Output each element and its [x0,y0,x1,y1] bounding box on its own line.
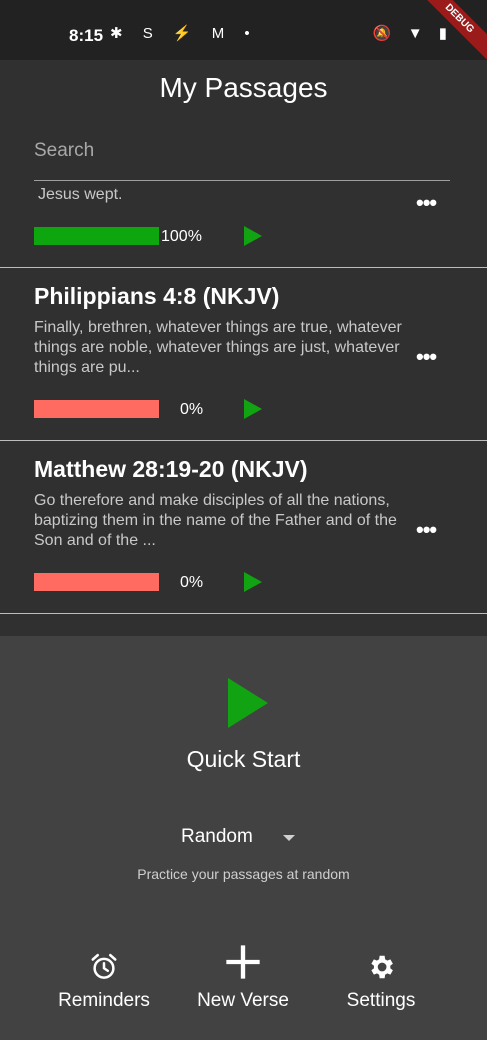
passage-list[interactable]: Jesus wept. ••• 100% Philippians 4:8 (NK… [0,182,487,636]
settings-label: Settings [346,990,416,1011]
progress-bar [34,573,159,591]
mode-dropdown[interactable]: Random [181,826,301,852]
progress-percent: 0% [180,574,204,591]
new-verse-label: New Verse [197,990,289,1011]
quick-start-label[interactable]: Quick Start [0,746,487,773]
more-options-icon[interactable]: ••• [416,190,437,216]
more-options-icon[interactable]: ••• [416,517,437,543]
passage-card[interactable]: Matthew 28:19-20 (NKJV) Go therefore and… [0,441,487,614]
search-input[interactable]: Search [34,138,450,181]
reminders-button[interactable]: Reminders [56,952,152,1012]
mode-hint: Practice your passages at random [137,866,350,882]
play-icon[interactable] [244,572,262,592]
play-icon[interactable] [244,226,262,246]
plus-icon [226,945,260,979]
alarm-clock-icon [91,953,117,979]
progress-bar [34,400,159,418]
progress-percent: 0% [180,401,204,418]
mode-value: Random [181,826,253,847]
dropdown-arrow-icon [283,835,295,841]
passage-text: Finally, brethren, whatever things are t… [34,319,402,376]
system-icons: 🔕 ▼ ▮ [372,25,453,42]
reminders-label: Reminders [58,990,150,1011]
passage-card[interactable]: Philippians 4:8 (NKJV) Finally, brethren… [0,268,487,441]
passage-title: Philippians 4:8 (NKJV) [34,283,280,309]
new-verse-button[interactable]: New Verse [192,942,294,1012]
passage-title: Matthew 28:19-20 (NKJV) [34,456,308,482]
play-icon[interactable] [244,399,262,419]
passage-text: Jesus wept. [38,186,123,203]
gear-icon [371,955,393,979]
status-bar: 8:15 ✱ S ⚡ M • 🔕 ▼ ▮ DEBUG [0,0,487,68]
passage-card[interactable]: Jesus wept. ••• 100% [0,182,487,268]
search-placeholder: Search [34,140,95,161]
page-title: My Passages [159,72,328,103]
settings-button[interactable]: Settings [340,952,422,1012]
passage-text: Go therefore and make disciples of all t… [34,492,397,549]
more-options-icon[interactable]: ••• [416,344,437,370]
progress-fill [34,227,159,245]
quick-start-panel: Quick Start Random Practice your passage… [0,636,487,1040]
progress-bar [34,227,159,245]
status-time: 8:15 [69,26,104,45]
notification-icons: ✱ S ⚡ M • [110,25,258,42]
progress-percent: 100% [161,228,202,245]
quick-start-play-icon[interactable] [228,678,268,728]
